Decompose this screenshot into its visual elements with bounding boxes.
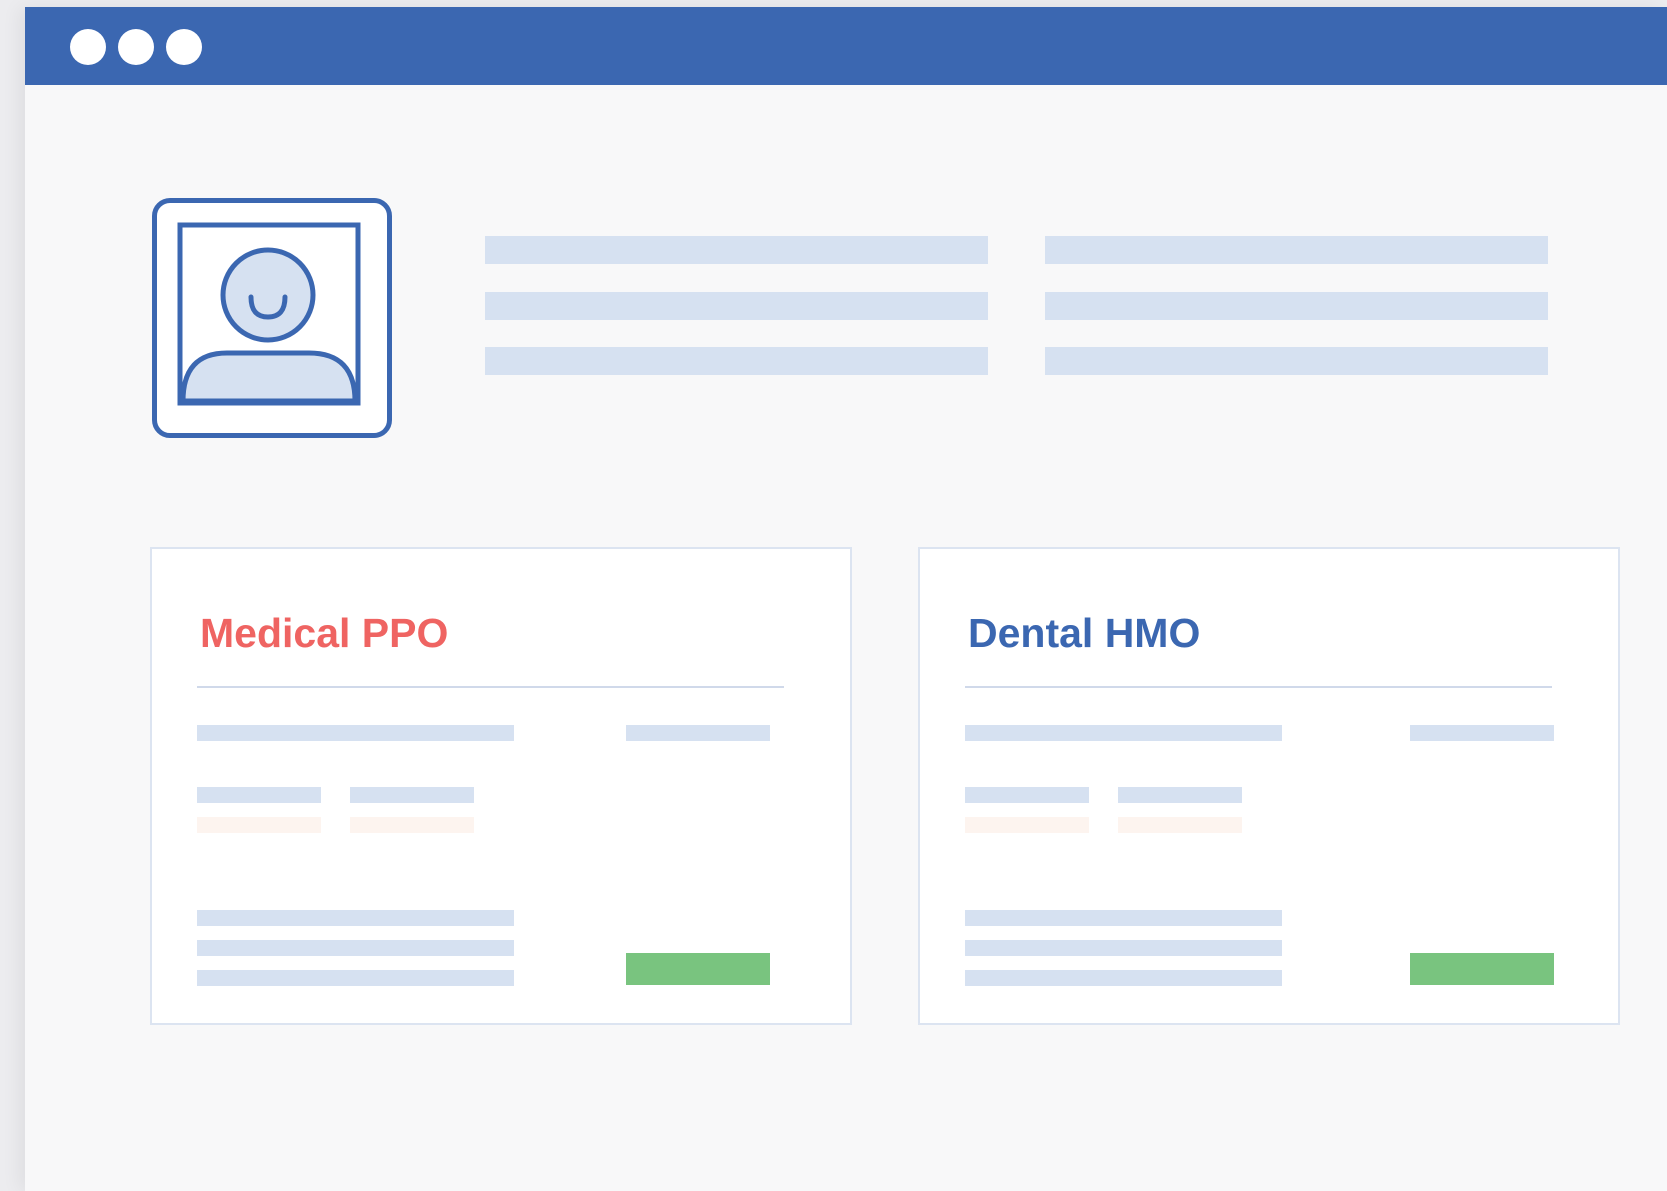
app-window: Medical PPO Dental HMO [25,7,1667,1191]
plan-stat-value-placeholder [350,817,474,833]
window-control-dot[interactable] [118,29,154,65]
plan-detail-placeholder [197,970,514,986]
plan-detail-placeholder [965,940,1282,956]
plan-detail-placeholder [965,910,1282,926]
plan-title: Dental HMO [968,610,1201,656]
card-divider [965,686,1552,688]
profile-field-placeholder [485,292,988,320]
plan-line-placeholder [965,725,1282,741]
profile-field-placeholder [485,236,988,264]
user-avatar-icon [177,222,361,406]
profile-field-placeholder [1045,292,1548,320]
plan-detail-placeholder [197,940,514,956]
plan-stat-placeholder [350,787,474,803]
card-divider [197,686,784,688]
plan-detail-placeholder [965,970,1282,986]
plan-card-dental[interactable]: Dental HMO [918,547,1620,1025]
select-plan-button[interactable] [626,953,770,985]
plan-stat-placeholder [197,787,321,803]
profile-field-placeholder [485,347,988,375]
plan-card-medical[interactable]: Medical PPO [150,547,852,1025]
plan-title: Medical PPO [200,610,449,656]
select-plan-button[interactable] [1410,953,1554,985]
window-control-dot[interactable] [166,29,202,65]
plan-stat-value-placeholder [1118,817,1242,833]
plan-stat-value-placeholder [197,817,321,833]
profile-field-placeholder [1045,347,1548,375]
title-bar [25,7,1667,85]
plan-price-placeholder [1410,725,1554,741]
window-control-dot[interactable] [70,29,106,65]
plan-price-placeholder [626,725,770,741]
plan-detail-placeholder [197,910,514,926]
plan-line-placeholder [197,725,514,741]
profile-avatar [152,198,392,438]
profile-field-placeholder [1045,236,1548,264]
plan-stat-value-placeholder [965,817,1089,833]
plan-stat-placeholder [965,787,1089,803]
plan-stat-placeholder [1118,787,1242,803]
